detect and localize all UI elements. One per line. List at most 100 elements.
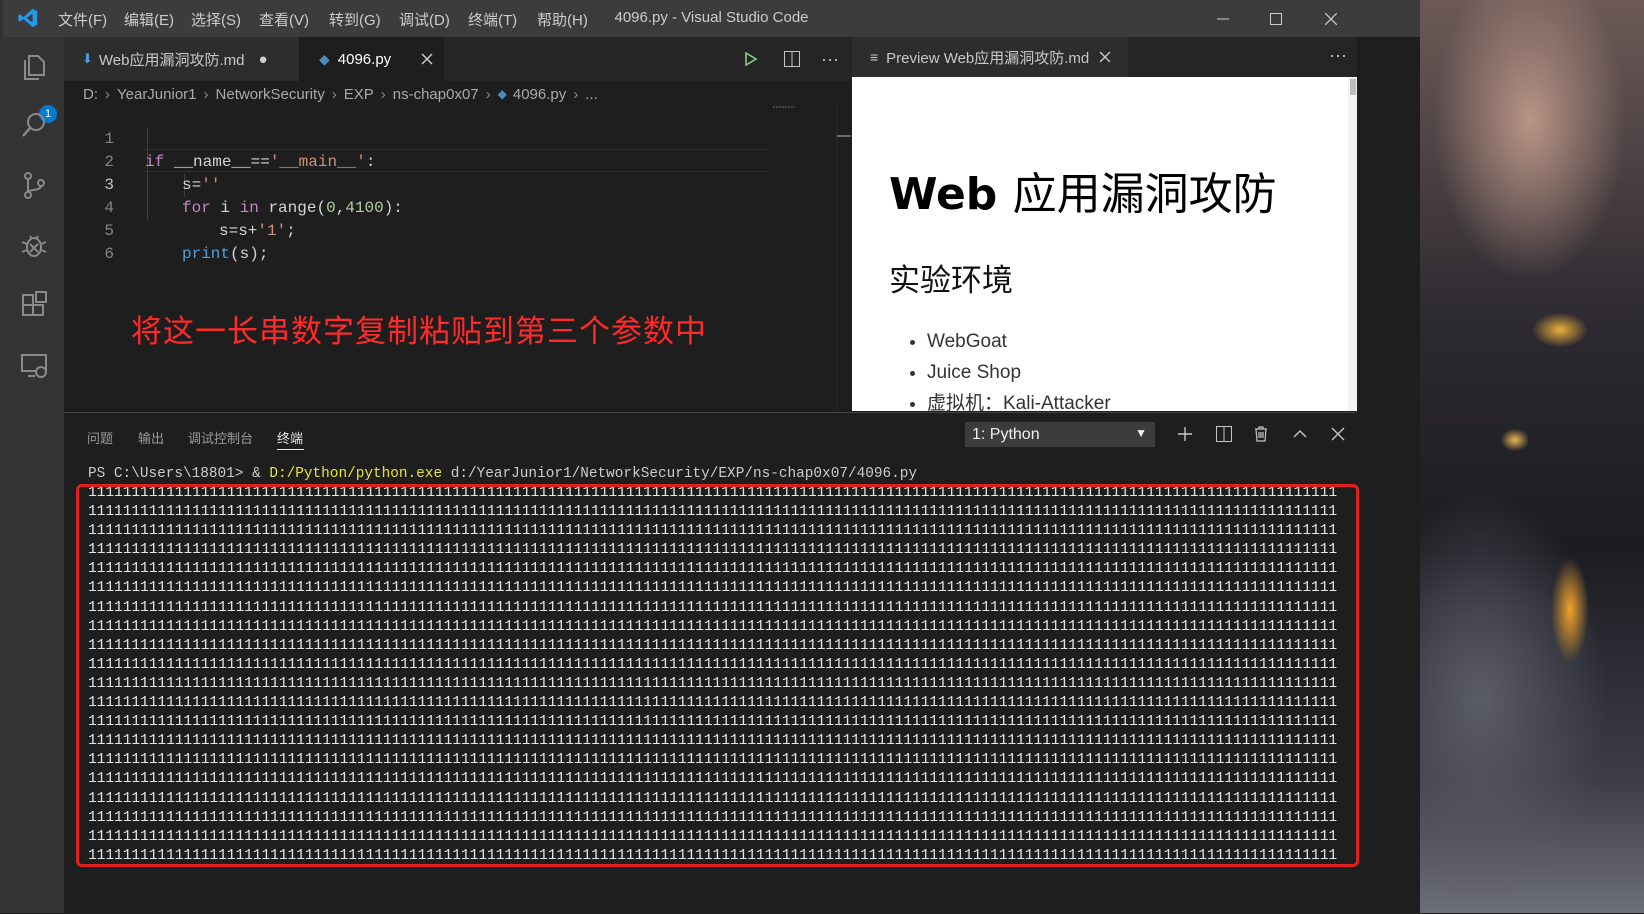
terminal-prompt: PS C:\Users\18801> & — [88, 466, 270, 482]
line-number: 6 — [104, 245, 114, 263]
python-file-icon: ◆ — [497, 87, 507, 101]
search-button[interactable] — [3, 95, 64, 155]
preview-scrollbar[interactable] — [1348, 77, 1357, 411]
breadcrumb-item[interactable]: D: — [83, 86, 98, 103]
maximize-panel-button[interactable] — [1288, 422, 1312, 446]
code-line[interactable]: s='' — [182, 174, 220, 197]
extensions-icon — [21, 291, 47, 316]
terminal-selector-value: 1: Python — [972, 425, 1040, 443]
source-control-icon — [23, 172, 45, 199]
code-token: '1' — [257, 222, 287, 240]
menu-view[interactable]: 查看(V) — [259, 9, 309, 30]
code-token: (s); — [230, 245, 269, 263]
minimap[interactable] — [773, 105, 803, 109]
code-token: ( — [316, 199, 327, 217]
split-terminal-button[interactable] — [1212, 422, 1236, 446]
breadcrumb: D: › YearJunior1 › NetworkSecurity › EXP › n… — [83, 85, 598, 103]
code-token: range — [268, 199, 317, 217]
remote-explorer-button[interactable] — [3, 335, 64, 395]
tab-4096-py[interactable]: ◆ 4096.py — [299, 37, 444, 81]
modified-dot-icon[interactable]: ● — [258, 51, 267, 68]
close-tab-icon[interactable] — [1099, 51, 1111, 63]
activity-bar: 1 — [3, 37, 64, 913]
menu-terminal[interactable]: 终端(T) — [468, 9, 517, 30]
tab-web-md[interactable]: ⬇ Web应用漏洞攻防.md ● — [64, 37, 299, 81]
menu-selection[interactable]: 选择(S) — [191, 9, 241, 30]
minimize-icon — [1217, 18, 1229, 19]
code-token: ; — [286, 222, 296, 240]
code-token: __name__ — [173, 153, 251, 171]
preview-tab-bar: ≡ Preview Web应用漏洞攻防.md ··· — [852, 37, 1357, 77]
debug-icon — [21, 235, 46, 257]
run-button[interactable] — [744, 37, 758, 81]
tab-preview[interactable]: ≡ Preview Web应用漏洞攻防.md — [852, 37, 1128, 77]
code-line[interactable]: print(s); — [182, 243, 268, 266]
split-editor-icon — [784, 51, 800, 67]
code-token: in — [239, 199, 259, 217]
source-control-button[interactable] — [3, 155, 64, 215]
heading-cjk: 应用漏洞攻防 — [1012, 169, 1277, 220]
markdown-file-icon: ⬇ — [82, 51, 93, 66]
extensions-button[interactable] — [3, 275, 64, 335]
code-line[interactable]: for i in range(0,4100): — [182, 197, 403, 220]
menu-help[interactable]: 帮助(H) — [537, 9, 588, 30]
code-token: , — [335, 199, 346, 217]
code-token: : — [365, 153, 376, 171]
breadcrumb-item[interactable]: EXP — [344, 86, 374, 103]
new-terminal-button[interactable] — [1173, 422, 1197, 446]
more-actions-icon[interactable]: ··· — [821, 37, 839, 81]
tab-label: 4096.py — [337, 50, 392, 68]
breadcrumb-item[interactable]: 4096.py — [513, 86, 566, 103]
plus-icon — [1178, 427, 1192, 441]
split-editor-button[interactable] — [784, 37, 800, 81]
vscode-logo-icon — [18, 8, 38, 28]
breadcrumb-item[interactable]: ... — [585, 86, 598, 103]
preview-heading: Web 应用漏洞攻防 — [889, 158, 1277, 222]
files-icon — [23, 55, 45, 80]
code-token: print — [182, 245, 231, 263]
code-line[interactable]: if __name__=='__main__': — [145, 151, 375, 174]
terminal-selector[interactable]: 1: Python ▼ — [965, 422, 1155, 447]
preview-subheading: 实验环境 — [889, 263, 1013, 299]
list-item: Juice Shop — [927, 357, 1111, 388]
terminal-command-line[interactable]: PS C:\Users\18801> & D:/Python/python.ex… — [88, 465, 917, 484]
active-tab-underline — [277, 449, 304, 450]
breadcrumb-item[interactable]: ns-chap0x07 — [393, 86, 479, 103]
debug-button[interactable] — [3, 215, 64, 275]
dropdown-arrow-icon: ▼ — [1135, 426, 1147, 440]
annotation-highlight-box — [76, 484, 1359, 867]
menu-debug[interactable]: 调试(D) — [399, 9, 450, 30]
kill-terminal-button[interactable] — [1249, 422, 1273, 446]
heading-latin: Web — [889, 169, 998, 220]
tab-problems[interactable]: 问题 — [87, 428, 113, 447]
code-token: 0 — [326, 199, 336, 217]
tab-output[interactable]: 输出 — [138, 428, 164, 447]
run-icon — [745, 52, 758, 66]
close-panel-button[interactable] — [1326, 422, 1350, 446]
maximize-button[interactable] — [1253, 0, 1299, 37]
breadcrumb-item[interactable]: YearJunior1 — [117, 86, 197, 103]
tab-terminal[interactable]: 终端 — [277, 428, 303, 447]
tab-label: Preview Web应用漏洞攻防.md — [886, 49, 1090, 67]
breadcrumb-item[interactable]: NetworkSecurity — [216, 86, 325, 103]
close-tab-icon[interactable] — [421, 53, 433, 65]
code-editor[interactable]: 1 if __name__=='__main__': 2 s='' 3 for … — [64, 105, 864, 435]
more-actions-icon[interactable]: ··· — [1329, 45, 1347, 66]
close-window-button[interactable] — [1308, 0, 1354, 37]
code-token: ): — [383, 199, 403, 217]
code-token: '__main__' — [269, 153, 366, 171]
trash-icon — [1255, 426, 1267, 442]
vscode-window: 文件(F) 编辑(E) 选择(S) 查看(V) 转到(G) 调试(D) 终端(T… — [0, 0, 1420, 914]
tab-debug-console[interactable]: 调试控制台 — [188, 428, 253, 447]
tab-label: Web应用漏洞攻防.md — [98, 51, 245, 69]
menu-edit[interactable]: 编辑(E) — [124, 9, 174, 30]
markdown-preview: Web 应用漏洞攻防 实验环境 WebGoat Juice Shop 虚拟机：K… — [852, 77, 1357, 411]
minimize-button[interactable] — [1200, 0, 1246, 37]
explorer-button[interactable] — [3, 37, 64, 97]
editor-scrollbar[interactable] — [836, 105, 851, 410]
menu-file[interactable]: 文件(F) — [58, 9, 107, 30]
menu-go[interactable]: 转到(G) — [329, 9, 381, 30]
code-token: if — [145, 153, 165, 171]
code-line[interactable]: s=s+'1'; — [219, 220, 296, 243]
scrollbar-thumb[interactable] — [1350, 79, 1356, 95]
